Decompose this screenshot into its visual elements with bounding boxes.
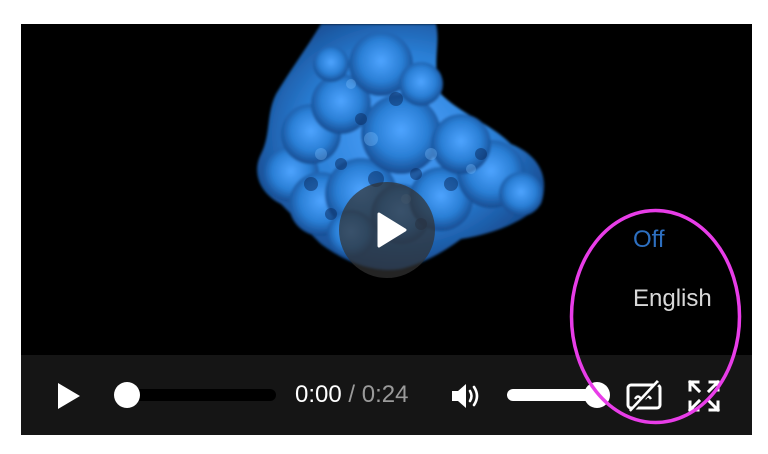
- big-play-icon: [377, 212, 407, 248]
- current-time: 0:00: [295, 381, 342, 408]
- captions-button[interactable]: [625, 379, 663, 413]
- time-separator: /: [341, 381, 362, 408]
- video-player: Off English 0:00 / 0:24: [21, 24, 752, 435]
- volume-slider[interactable]: [507, 382, 610, 408]
- seek-track: [118, 389, 276, 401]
- time-display: 0:00 / 0:24: [295, 381, 408, 409]
- captions-off-icon: [626, 379, 662, 413]
- captions-option-off[interactable]: Off: [633, 226, 665, 254]
- seek-bar[interactable]: [114, 382, 276, 408]
- video-frame[interactable]: Off English: [21, 24, 752, 355]
- play-button[interactable]: [53, 381, 83, 411]
- big-play-button[interactable]: [339, 182, 435, 278]
- volume-button[interactable]: [449, 379, 485, 413]
- seek-handle[interactable]: [114, 382, 140, 408]
- fullscreen-button[interactable]: [687, 379, 721, 413]
- captions-option-english[interactable]: English: [633, 285, 712, 313]
- control-bar: 0:00 / 0:24: [21, 355, 752, 435]
- play-icon: [58, 383, 80, 409]
- duration: 0:24: [361, 381, 409, 408]
- fullscreen-icon: [687, 379, 721, 413]
- volume-icon: [452, 384, 479, 408]
- volume-handle[interactable]: [584, 382, 610, 408]
- captions-menu: Off English: [611, 220, 741, 340]
